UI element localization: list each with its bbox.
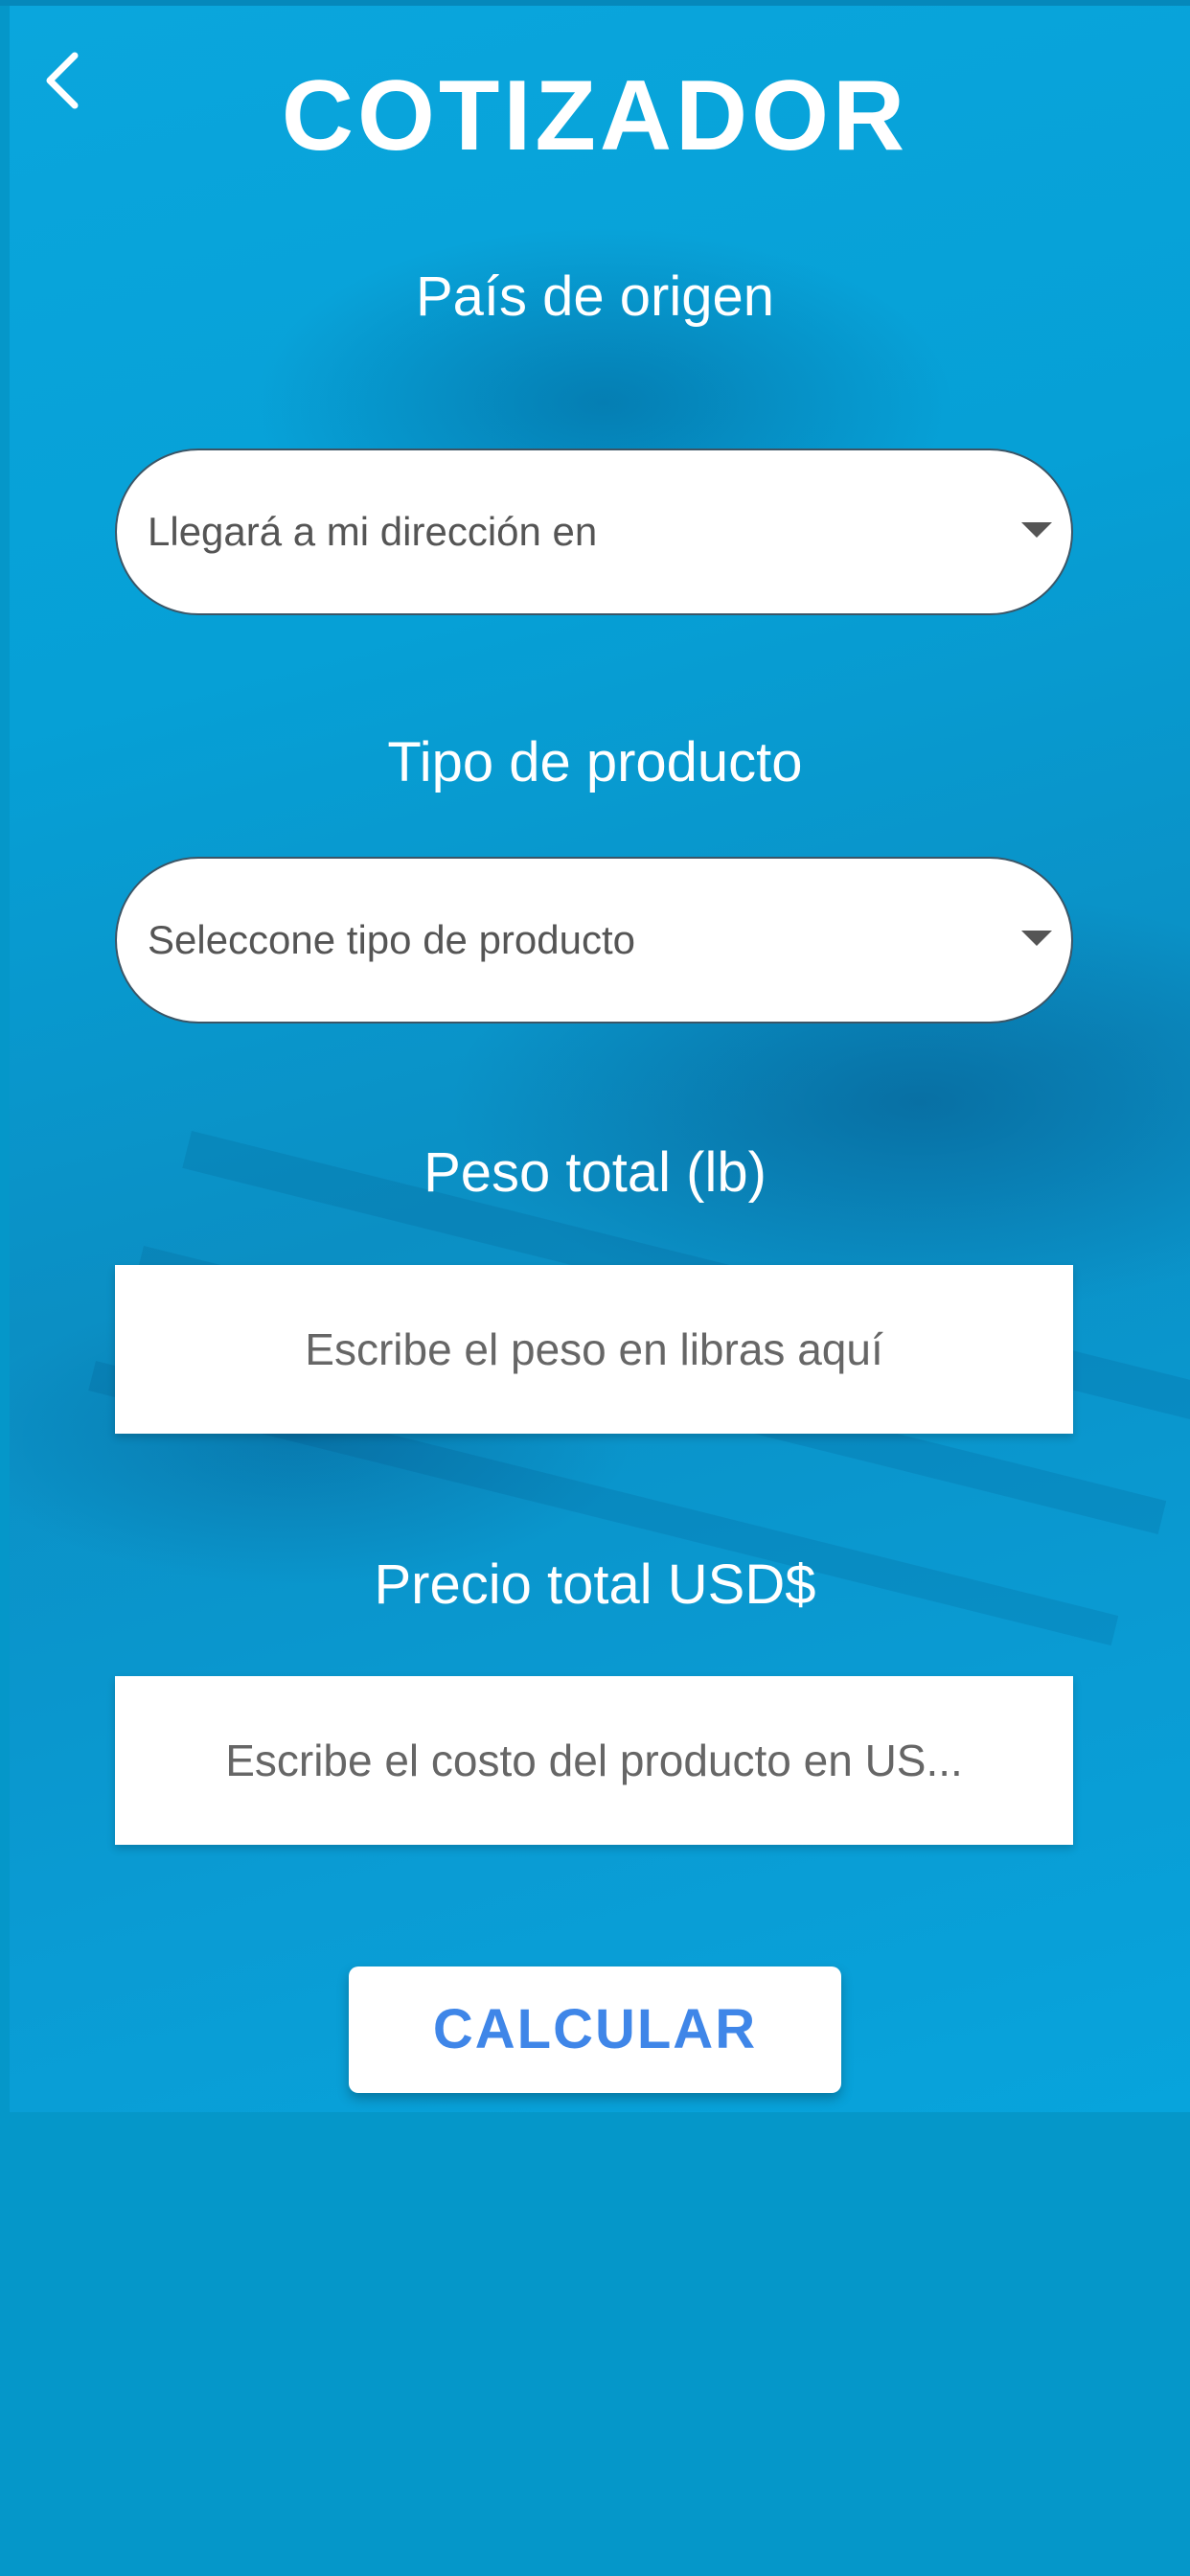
page-title: COTIZADOR xyxy=(281,60,909,172)
price-input-placeholder: Escribe el costo del producto en US... xyxy=(225,1736,963,1785)
weight-input-placeholder: Escribe el peso en libras aquí xyxy=(305,1324,883,1374)
weight-input[interactable]: Escribe el peso en libras aquí xyxy=(115,1265,1073,1434)
caret-down-icon xyxy=(1021,522,1052,538)
origin-dropdown-value: Llegará a mi dirección en xyxy=(148,509,598,554)
price-input[interactable]: Escribe el costo del producto en US... xyxy=(115,1676,1073,1845)
weight-label: Peso total (lb) xyxy=(423,1141,767,1204)
product-type-dropdown-value: Seleccone tipo de producto xyxy=(148,917,636,962)
origin-dropdown[interactable]: Llegará a mi dirección en xyxy=(115,448,1073,615)
origin-label: País de origen xyxy=(415,265,775,328)
status-bar xyxy=(0,0,1190,6)
caret-down-icon xyxy=(1021,931,1052,946)
price-label: Precio total USD$ xyxy=(374,1553,816,1616)
product-type-dropdown[interactable]: Seleccone tipo de producto xyxy=(115,857,1073,1024)
product-type-label: Tipo de producto xyxy=(387,731,803,794)
calculate-button[interactable]: CALCULAR xyxy=(349,1966,841,2093)
